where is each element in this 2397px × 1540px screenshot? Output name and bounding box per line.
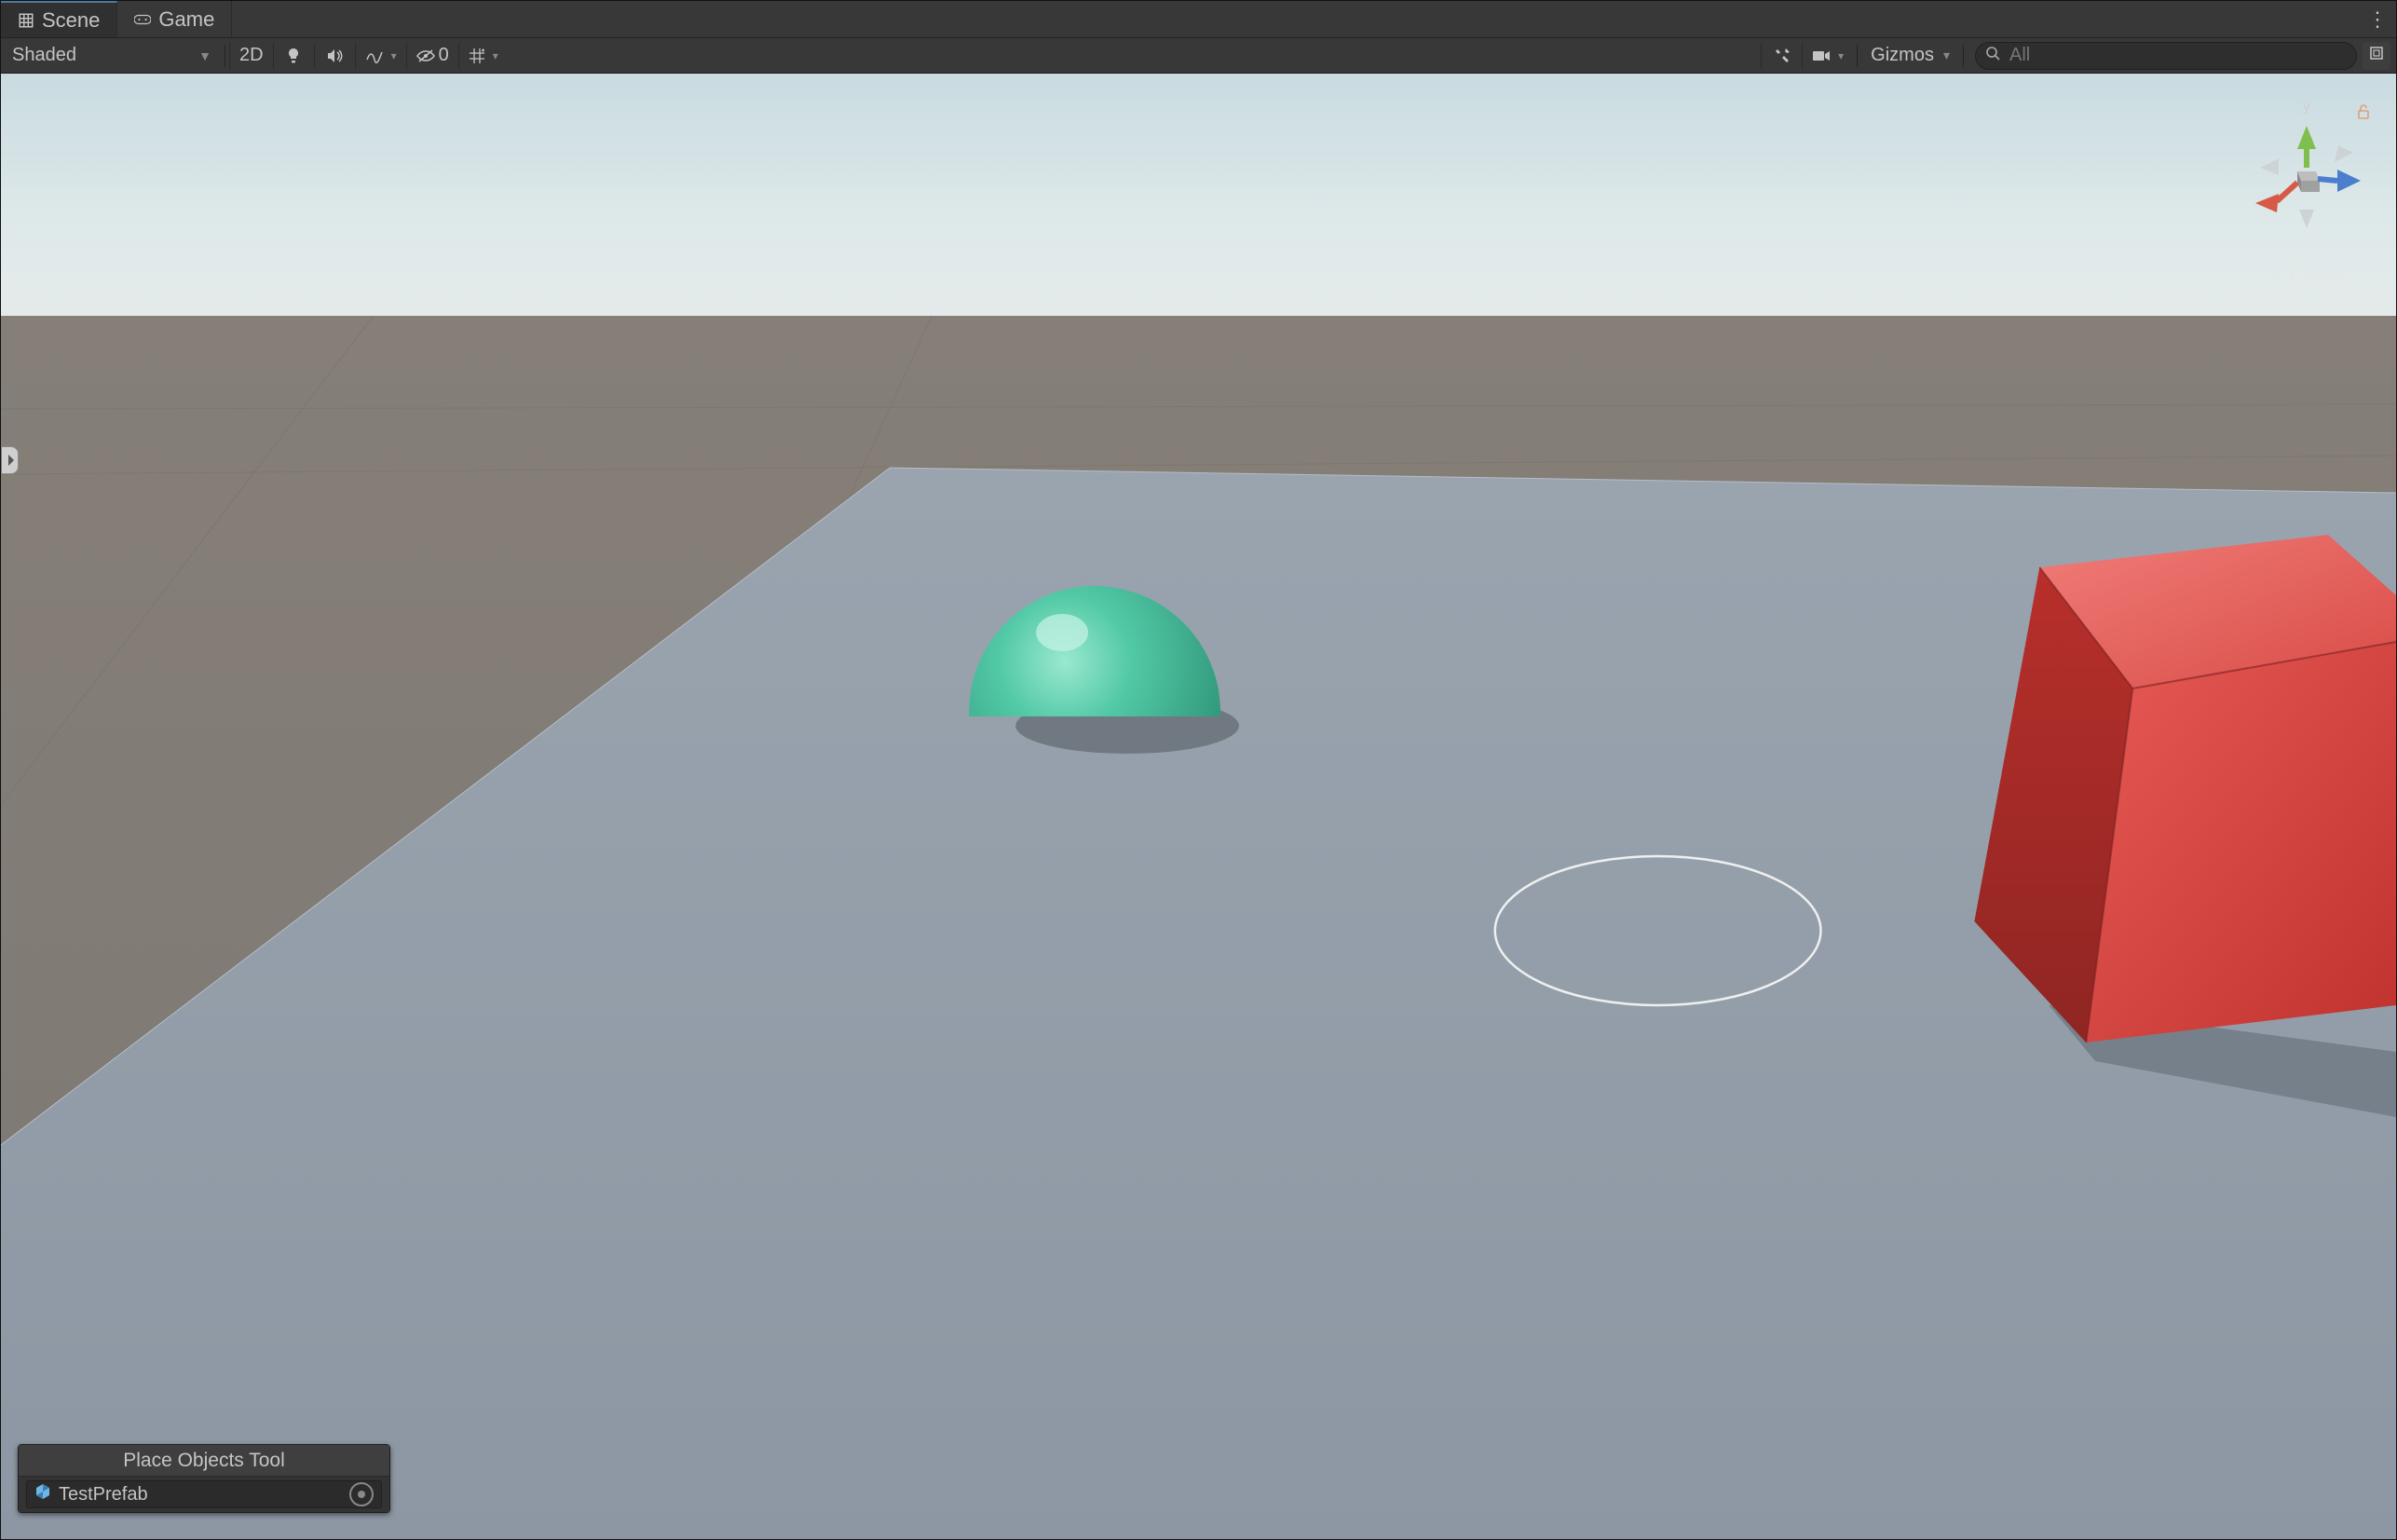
- tab-scene-label: Scene: [42, 8, 100, 33]
- audio-icon: [326, 48, 343, 63]
- toolbar-right: ▾ Gizmos ▾: [1761, 42, 2390, 70]
- fx-icon: [365, 48, 384, 63]
- scene-toolbar: Shaded ▼ 2D ▾: [1, 38, 2396, 74]
- game-icon: [134, 11, 151, 28]
- gizmos-dropdown[interactable]: Gizmos ▾: [1861, 42, 1959, 70]
- eye-off-icon: [416, 49, 435, 62]
- lighting-toggle[interactable]: [273, 42, 314, 70]
- fx-toggle[interactable]: ▾: [355, 42, 406, 70]
- tab-bar: Scene Game ⋮: [1, 1, 2396, 38]
- overlay-collapse-handle[interactable]: [2, 446, 19, 474]
- maximize-button[interactable]: [2363, 42, 2390, 70]
- scene-search[interactable]: [1975, 42, 2357, 70]
- audio-toggle[interactable]: [314, 42, 355, 70]
- chevron-down-icon: ▾: [1943, 48, 1950, 63]
- toolbar-left: Shaded ▼ 2D ▾: [7, 42, 508, 70]
- 2d-toggle[interactable]: 2D: [229, 42, 273, 70]
- maximize-icon: [2369, 46, 2384, 65]
- chevron-down-icon: ▾: [1838, 49, 1844, 62]
- grid-icon: [469, 48, 485, 64]
- tab-scene[interactable]: Scene: [1, 1, 117, 37]
- tools-icon: [1774, 48, 1791, 64]
- chevron-down-icon: ▼: [198, 48, 211, 63]
- lock-icon: [2355, 103, 2372, 125]
- grid-snap-toggle[interactable]: ▾: [458, 42, 508, 70]
- persp-icon: [2269, 265, 2284, 279]
- tools-button[interactable]: [1761, 42, 1802, 70]
- prefab-icon: [34, 1483, 51, 1506]
- lightbulb-icon: [286, 48, 301, 64]
- prefab-object-field[interactable]: TestPrefab: [26, 1480, 382, 1508]
- prefab-name: TestPrefab: [59, 1484, 148, 1506]
- panel-title: Place Objects Tool: [19, 1445, 389, 1477]
- scene-icon: [18, 12, 34, 29]
- draw-mode-dropdown[interactable]: Shaded ▼: [7, 42, 221, 70]
- chevron-down-icon: ▾: [391, 49, 397, 62]
- scene-viewport[interactable]: y Persp Place Objects Tool TestPrefab: [1, 74, 2396, 1539]
- object-picker-button[interactable]: [349, 1482, 374, 1506]
- scene-search-input[interactable]: [2009, 45, 2347, 66]
- axis-y-label: y: [2303, 99, 2310, 115]
- editor-window: Scene Game ⋮ Shaded ▼ 2D: [0, 0, 2397, 1540]
- tab-game[interactable]: Game: [117, 1, 232, 37]
- 2d-toggle-label: 2D: [239, 45, 264, 66]
- tab-game-label: Game: [158, 7, 214, 32]
- projection-label[interactable]: Persp: [2241, 260, 2372, 284]
- prefab-row: TestPrefab: [19, 1477, 389, 1512]
- place-objects-tool-panel[interactable]: Place Objects Tool TestPrefab: [18, 1444, 390, 1513]
- camera-button[interactable]: ▾: [1802, 42, 1853, 70]
- search-icon: [1985, 45, 2000, 66]
- tab-context-menu[interactable]: ⋮: [2359, 1, 2396, 37]
- orientation-gizmo[interactable]: y Persp: [2241, 98, 2372, 284]
- chevron-down-icon: ▾: [493, 49, 498, 62]
- hidden-count: 0: [439, 45, 449, 66]
- gizmos-label: Gizmos: [1871, 45, 1934, 66]
- scene-render: [1, 74, 2396, 1539]
- hidden-objects-toggle[interactable]: 0: [406, 42, 458, 70]
- draw-mode-label: Shaded: [12, 45, 76, 66]
- camera-icon: [1812, 49, 1831, 62]
